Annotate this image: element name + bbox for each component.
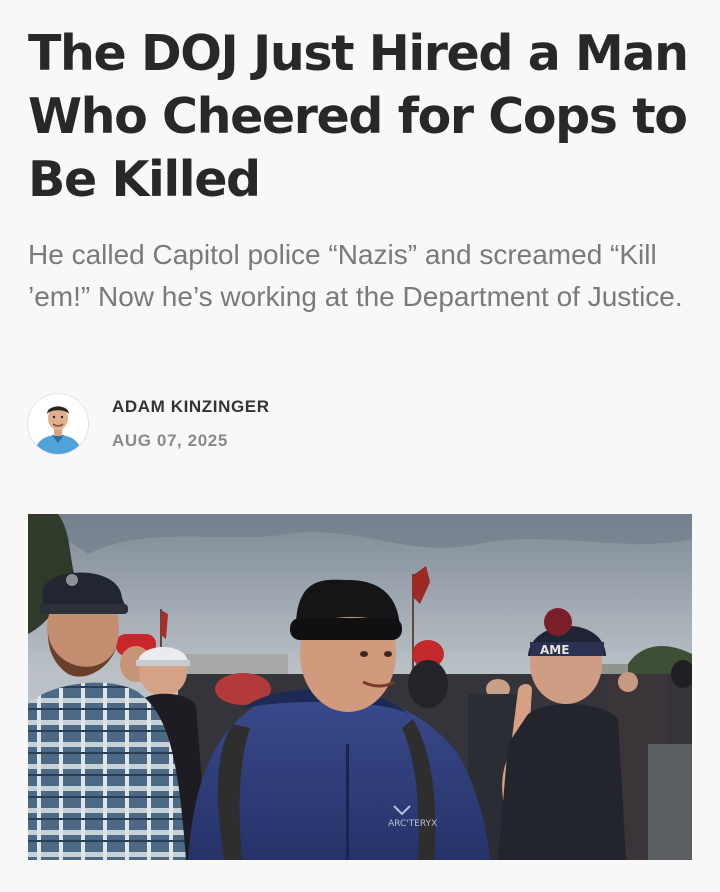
jacket-logo: ARC'TERYX xyxy=(388,819,437,829)
article-headline: The DOJ Just Hired a Man Who Cheered for… xyxy=(28,25,689,208)
byline: ADAM KINZINGER AUG 07, 2025 xyxy=(28,394,428,456)
article: The DOJ Just Hired a Man Who Cheered for… xyxy=(0,0,720,892)
article-subtitle: He called Capitol police “Nazis” and scr… xyxy=(28,239,683,312)
author-name-link[interactable]: ADAM KINZINGER xyxy=(112,397,270,417)
crowd-photo: ARC'TERYX AME xyxy=(28,514,692,860)
author-avatar[interactable] xyxy=(28,394,88,454)
hero-image: ARC'TERYX AME xyxy=(28,514,692,860)
author-portrait-icon xyxy=(28,394,88,454)
beanie-text: AME xyxy=(540,643,569,657)
post-date: AUG 07, 2025 xyxy=(112,431,228,450)
